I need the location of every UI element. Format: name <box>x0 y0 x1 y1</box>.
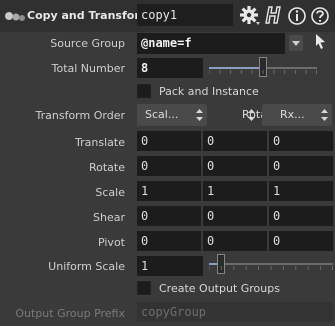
total-number-slider-fill <box>209 67 263 69</box>
rotate-x-field[interactable]: 0 <box>137 156 201 176</box>
total-number-field[interactable]: 8 <box>137 58 203 78</box>
transform-order-label: Transform Order <box>35 109 125 122</box>
shear-label: Shear <box>93 211 125 224</box>
source-group-field[interactable]: @name=f <box>137 33 285 54</box>
total-number-slider-knob[interactable] <box>259 57 267 77</box>
source-group-label: Source Group <box>50 37 125 50</box>
parameter-header: Copy and Transform copy1 <box>0 0 335 32</box>
uniform-scale-label: Uniform Scale <box>48 260 125 273</box>
pivot-z-field[interactable]: 0 <box>269 231 333 251</box>
total-number-label: Total Number <box>51 62 125 75</box>
pack-and-instance-label: Pack and Instance <box>159 85 259 98</box>
shear-z-field[interactable]: 0 <box>269 206 333 226</box>
translate-label: Translate <box>75 136 125 149</box>
pivot-x-field[interactable]: 0 <box>137 231 201 251</box>
menu-updown-arrows-icon <box>248 109 255 121</box>
output-group-prefix-label: Output Group Prefix <box>15 307 125 320</box>
rotate-z-field[interactable]: 0 <box>269 156 333 176</box>
translate-x-field[interactable]: 0 <box>137 131 201 151</box>
output-group-prefix-field: copyGroup <box>137 302 333 322</box>
scale-z-field[interactable]: 1 <box>269 181 333 201</box>
node-name-field[interactable]: copy1 <box>137 4 233 26</box>
info-icon[interactable] <box>286 3 308 27</box>
rotate-y-field[interactable]: 0 <box>203 156 267 176</box>
transform-order-value: Scal... <box>145 108 179 121</box>
create-output-groups-checkbox[interactable] <box>137 281 151 295</box>
transform-order-menu[interactable]: Scal... <box>137 104 207 126</box>
node-type-label: Copy and Transform <box>27 9 152 22</box>
scale-x-field[interactable]: 1 <box>137 181 201 201</box>
total-number-slider-ticks <box>209 70 317 74</box>
scale-label: Scale <box>95 186 125 199</box>
scale-y-field[interactable]: 1 <box>203 181 267 201</box>
copy-sop-icon <box>5 12 25 21</box>
group-menu-dropdown-icon[interactable] <box>289 35 303 51</box>
rotate-axis-order-value: Rx... <box>280 108 305 121</box>
houdini-help-icon[interactable] <box>263 3 285 27</box>
uniform-scale-field[interactable]: 1 <box>137 256 203 276</box>
pack-and-instance-checkbox[interactable] <box>137 84 151 98</box>
rotate-label: Rotate <box>88 161 125 174</box>
translate-z-field[interactable]: 0 <box>269 131 333 151</box>
shear-x-field[interactable]: 0 <box>137 206 201 226</box>
gear-icon[interactable] <box>239 3 261 27</box>
translate-y-field[interactable]: 0 <box>203 131 267 151</box>
question-icon[interactable] <box>309 3 331 27</box>
rotate-axis-order-menu[interactable]: Rx... <box>262 104 332 126</box>
create-output-groups-label: Create Output Groups <box>159 282 280 295</box>
pivot-y-field[interactable]: 0 <box>203 231 267 251</box>
uniform-scale-slider-track[interactable] <box>209 263 333 265</box>
menu-updown-arrows-icon <box>321 109 328 121</box>
select-arrow-icon[interactable] <box>313 33 327 51</box>
shear-y-field[interactable]: 0 <box>203 206 267 226</box>
uniform-scale-slider-ticks <box>209 266 333 270</box>
uniform-scale-slider-knob[interactable] <box>217 254 226 274</box>
menu-updown-arrows-icon <box>196 109 203 121</box>
pivot-label: Pivot <box>97 236 125 249</box>
